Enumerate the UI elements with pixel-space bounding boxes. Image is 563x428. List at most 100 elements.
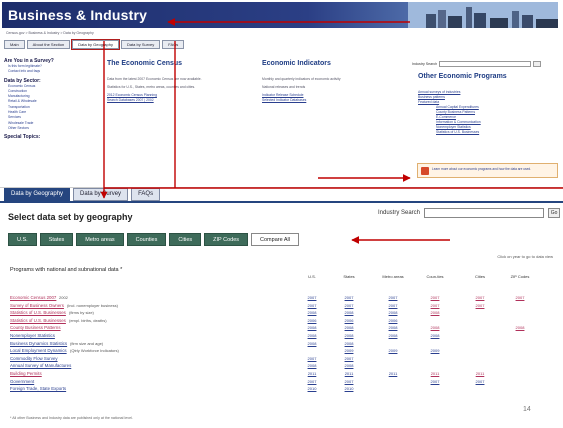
- program-link[interactable]: Nonemployer Statistics: [10, 333, 55, 338]
- indicator-database-link[interactable]: Selected Indicator Databases: [262, 98, 382, 103]
- year-link[interactable]: 2008: [421, 325, 449, 330]
- programs-table: Economic Census 2007 2002 2007 2007 2007 2007…: [10, 295, 555, 394]
- geo-tab-compare-all[interactable]: Compare All: [251, 233, 299, 246]
- year-link[interactable]: 2006: [298, 318, 326, 323]
- program-link[interactable]: Commodity Flow Survey: [10, 356, 58, 361]
- page-title: Select data set by geography: [8, 212, 133, 222]
- year-link[interactable]: 2007: [335, 295, 363, 300]
- tab-main[interactable]: Main: [4, 40, 25, 49]
- program-link[interactable]: County Business Patterns: [10, 325, 61, 330]
- year-link[interactable]: 2009: [421, 348, 449, 353]
- featured-link[interactable]: Statistics of U.S. Businesses: [436, 130, 558, 135]
- special-topics-heading: Special Topics:: [4, 134, 41, 141]
- learn-more-callout[interactable]: Learn more about our economic programs a…: [417, 163, 558, 178]
- census-text: Data from the latest 2007 Economic Censu…: [107, 77, 202, 81]
- year-link[interactable]: 2006: [379, 318, 407, 323]
- year-link[interactable]: 2008: [379, 325, 407, 330]
- year-link[interactable]: 2008: [421, 310, 449, 315]
- program-link[interactable]: Statistics of U.S. Businesses: [10, 318, 66, 323]
- geo-tab-us[interactable]: U.S.: [8, 233, 37, 246]
- year-link[interactable]: 2011: [298, 371, 326, 376]
- industry-search-label: Industry Search: [378, 210, 421, 216]
- year-link[interactable]: 2009: [379, 348, 407, 353]
- year-link[interactable]: 2007: [298, 356, 326, 361]
- year-link[interactable]: 2008: [335, 310, 363, 315]
- top-search-input[interactable]: [439, 61, 532, 67]
- year-link[interactable]: 2009: [335, 348, 363, 353]
- industry-search-input[interactable]: [424, 208, 545, 218]
- year-link[interactable]: 2011: [466, 371, 494, 376]
- program-link[interactable]: Foreign Trade, State Exports: [10, 386, 66, 391]
- year-link[interactable]: 2011: [335, 371, 363, 376]
- year-link[interactable]: 2008: [335, 363, 363, 368]
- geo-tab-metro-areas[interactable]: Metro areas: [76, 233, 124, 246]
- year-link[interactable]: 2008: [335, 325, 363, 330]
- table-row: Nonemployer Statistics 2008 2008 2008 2008: [10, 333, 555, 341]
- year-link[interactable]: 2011: [379, 371, 407, 376]
- tab-faqs[interactable]: FAQs: [162, 40, 185, 49]
- year-link[interactable]: 2007: [466, 379, 494, 384]
- year-link[interactable]: 2007: [421, 303, 449, 308]
- year-link[interactable]: 2008: [298, 341, 326, 346]
- callout-text: Learn more about our economic programs a…: [432, 167, 532, 171]
- program-link[interactable]: Survey of Business Owners: [10, 303, 64, 308]
- industry-search-go-button[interactable]: Go: [548, 208, 561, 218]
- census-database-link[interactable]: Search Databases 2007 | 2002: [107, 98, 247, 103]
- year-link[interactable]: 2008: [379, 333, 407, 338]
- program-link[interactable]: Annual Survey of Manufactures: [10, 363, 71, 368]
- table-row: Local Employment Dynamics (Qtrly Workforc…: [10, 348, 555, 356]
- top-search-go-button[interactable]: [533, 61, 542, 67]
- year-link[interactable]: 2008: [298, 363, 326, 368]
- program-link[interactable]: Business Dynamics Statistics: [10, 341, 67, 346]
- year-link[interactable]: 2007: [466, 303, 494, 308]
- year-link[interactable]: 2007: [298, 295, 326, 300]
- year-link[interactable]: 2007: [335, 356, 363, 361]
- year-link[interactable]: 2007: [335, 379, 363, 384]
- tab-data-by-survey[interactable]: Data by Survey: [73, 188, 129, 201]
- geo-tab-zip-codes[interactable]: ZIP Codes: [204, 233, 249, 246]
- year-link[interactable]: 2006: [335, 318, 363, 323]
- tab-data-by-geography[interactable]: Data by Geography: [71, 39, 120, 50]
- year-link[interactable]: 2008: [379, 310, 407, 315]
- tab-faqs[interactable]: FAQs: [131, 188, 161, 201]
- year-link[interactable]: 2008: [335, 333, 363, 338]
- indicator-text: National releases and trends: [262, 85, 306, 89]
- tab-about[interactable]: About the Section: [26, 40, 71, 49]
- tab-data-by-survey[interactable]: Data by Survey: [120, 40, 161, 49]
- year-link[interactable]: 2007: [298, 379, 326, 384]
- column-header-metro-areas: Metro areas: [382, 274, 404, 279]
- geo-tab-cities[interactable]: Cities: [169, 233, 202, 246]
- economic-census-panel: The Economic Census Data from the latest…: [107, 60, 247, 103]
- year-link[interactable]: 2007: [506, 295, 534, 300]
- year-link[interactable]: 2007: [379, 303, 407, 308]
- geo-tab-states[interactable]: States: [39, 233, 74, 246]
- year-link[interactable]: 2007: [421, 379, 449, 384]
- year-link[interactable]: 2008: [298, 310, 326, 315]
- year-link[interactable]: 2007: [421, 295, 449, 300]
- year-link[interactable]: 2007: [335, 303, 363, 308]
- program-link[interactable]: Government: [10, 379, 34, 384]
- year-link[interactable]: 2008: [421, 333, 449, 338]
- geography-tab-bar: U.S. States Metro areas Counties Cities …: [8, 233, 299, 246]
- year-link[interactable]: 2008: [335, 341, 363, 346]
- year-link[interactable]: 2007: [298, 303, 326, 308]
- breadcrumb[interactable]: Census.gov > Business & Industry > Data …: [6, 31, 94, 35]
- left-link[interactable]: Other Sectors: [8, 126, 84, 131]
- program-link[interactable]: Economic Census 2007: [10, 295, 56, 300]
- left-link[interactable]: Contact info and faqs: [8, 69, 84, 74]
- program-link[interactable]: Local Employment Dynamics: [10, 348, 67, 353]
- year-link[interactable]: 2008: [298, 325, 326, 330]
- year-link[interactable]: 2007: [379, 295, 407, 300]
- year-link[interactable]: 2008: [506, 325, 534, 330]
- geo-tab-counties[interactable]: Counties: [126, 233, 167, 246]
- tab-data-by-geography[interactable]: Data by Geography: [4, 188, 71, 201]
- year-link[interactable]: 2010: [335, 386, 363, 391]
- year-link[interactable]: 2011: [421, 371, 449, 376]
- census-page-thumbnail: Business & Industry Census.gov > Busines…: [0, 0, 563, 188]
- year-link[interactable]: 2010: [298, 386, 326, 391]
- program-link[interactable]: Building Permits: [10, 371, 42, 376]
- table-row: Business Dynamics Statistics (firm size a…: [10, 341, 555, 349]
- year-link[interactable]: 2007: [466, 295, 494, 300]
- year-link[interactable]: 2008: [298, 333, 326, 338]
- program-link[interactable]: Statistics of U.S. Businesses: [10, 310, 66, 315]
